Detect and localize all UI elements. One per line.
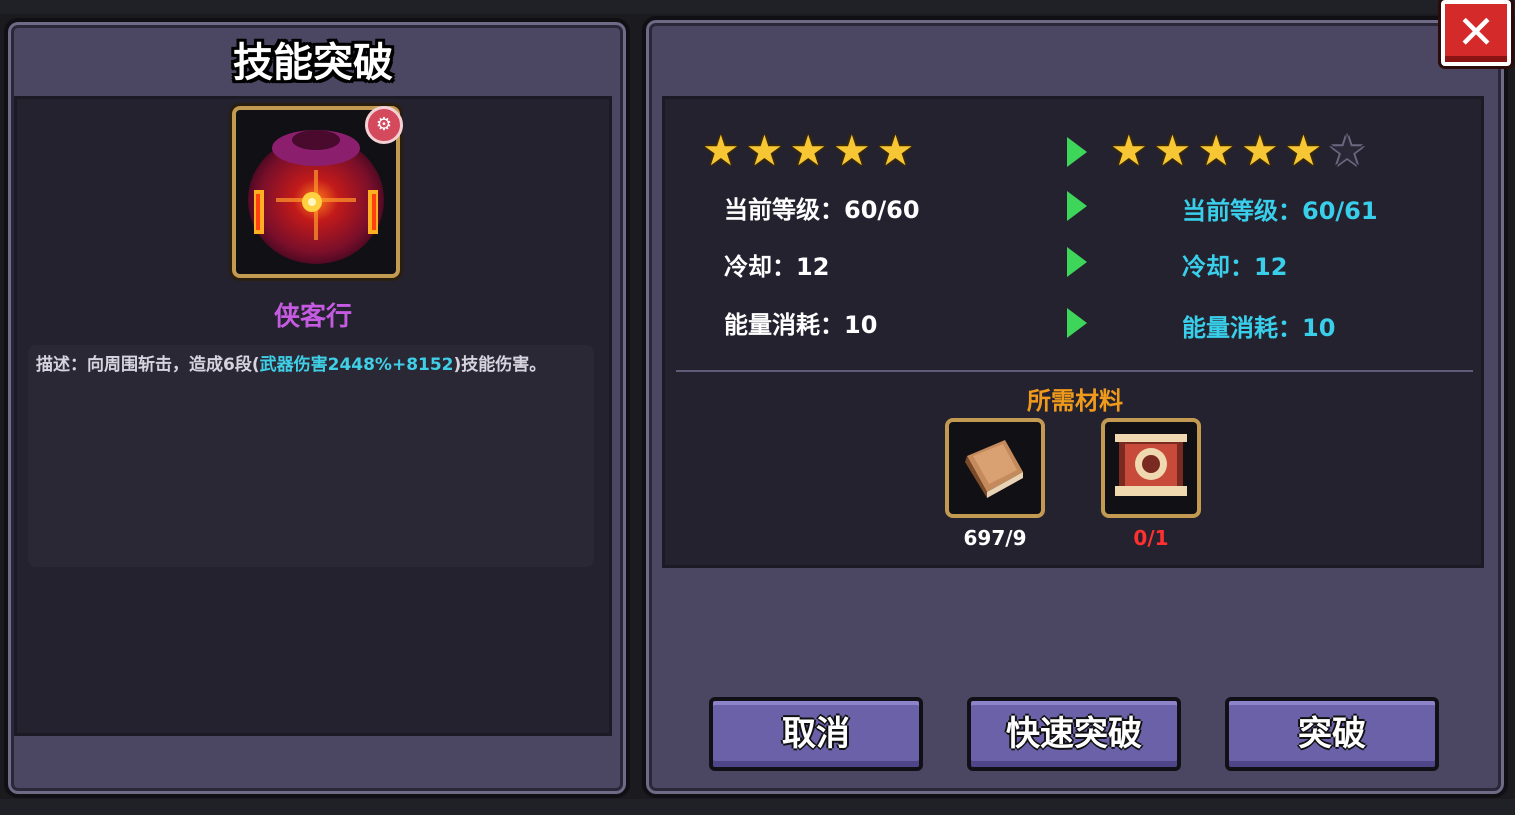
- gear-icon: ⚙: [365, 106, 403, 144]
- star-icon: ★: [1284, 126, 1323, 175]
- material-slot-scroll[interactable]: [1101, 418, 1201, 518]
- description-box: [28, 345, 594, 567]
- material-count: 697/9: [963, 526, 1027, 550]
- arrow-right-icon: [1067, 308, 1087, 338]
- star-icon: ★: [745, 126, 784, 175]
- star-icon: ★: [1110, 126, 1148, 175]
- cancel-button[interactable]: 取消: [709, 697, 923, 771]
- star-icon: ★: [1240, 126, 1279, 175]
- material-slot-book[interactable]: [945, 418, 1045, 518]
- breakthrough-button[interactable]: 突破: [1225, 697, 1439, 771]
- skill-description: 描述：向周围斩击，造成6段(武器伤害2448%+8152)技能伤害。: [36, 350, 596, 375]
- book-icon: [965, 440, 1023, 498]
- arrow-right-icon: [1067, 247, 1087, 277]
- current-level: 当前等级：60/60: [724, 196, 920, 224]
- star-icon: ★: [789, 126, 827, 175]
- description-damage-highlight: 武器伤害2448%+8152: [259, 355, 454, 375]
- current-cooldown: 冷却：12: [724, 253, 830, 281]
- current-energy-cost: 能量消耗：10: [724, 311, 878, 339]
- next-star-rating: ★ ★ ★ ★ ★ ★: [1110, 128, 1366, 174]
- star-icon: ★: [876, 126, 915, 175]
- current-star-rating: ★ ★ ★ ★ ★: [702, 128, 914, 174]
- star-icon: ★: [1153, 126, 1192, 175]
- description-prefix: 描述：向周围斩击，造成6段(: [36, 355, 260, 375]
- close-button[interactable]: ✕: [1441, 0, 1511, 66]
- scroll-icon: [1115, 434, 1187, 496]
- star-icon: ★: [1197, 126, 1235, 175]
- next-energy-cost: 能量消耗：10: [1182, 314, 1336, 342]
- background-strip-top: [0, 0, 1515, 14]
- arrow-right-icon: [1067, 191, 1087, 221]
- arrow-right-icon: [1067, 137, 1087, 167]
- close-icon: ✕: [1456, 5, 1496, 59]
- materials-title: 所需材料: [1027, 387, 1123, 415]
- divider: [676, 370, 1473, 372]
- next-cooldown: 冷却：12: [1182, 253, 1288, 281]
- material-count: 0/1: [1133, 526, 1169, 550]
- empty-star-icon: ★: [1328, 126, 1366, 175]
- star-icon: ★: [832, 126, 871, 175]
- background-strip-bottom: [0, 799, 1515, 815]
- next-level: 当前等级：60/61: [1182, 197, 1378, 225]
- star-icon: ★: [702, 126, 740, 175]
- quick-breakthrough-button[interactable]: 快速突破: [967, 697, 1181, 771]
- skill-name: 侠客行: [273, 302, 352, 332]
- description-suffix: )技能伤害。: [453, 355, 547, 375]
- page-title: 技能突破: [233, 40, 393, 86]
